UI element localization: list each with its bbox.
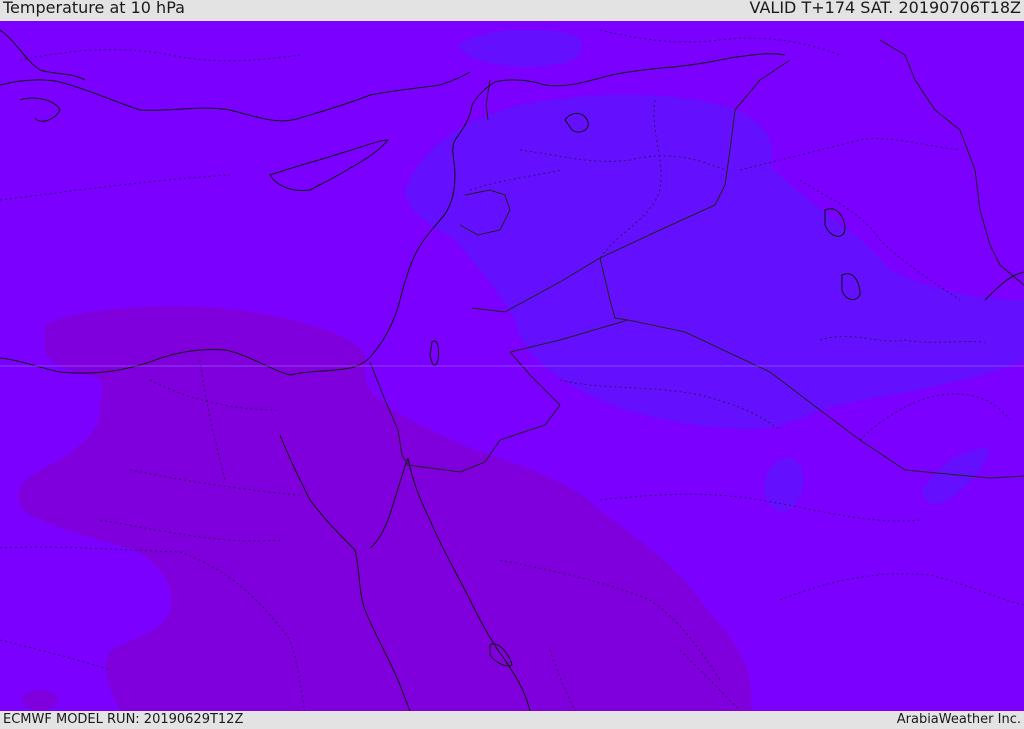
- model-run-label: ECMWF MODEL RUN: 20190629T12Z: [3, 712, 244, 727]
- map-canvas: [0, 21, 1024, 711]
- weather-map: [0, 21, 1024, 711]
- warm-temperature-field: [22, 690, 58, 710]
- valid-time: VALID T+174 SAT. 20190706T18Z: [749, 0, 1021, 17]
- footer-bar: ECMWF MODEL RUN: 20190629T12Z ArabiaWeat…: [0, 711, 1024, 729]
- credit-label: ArabiaWeather Inc.: [896, 712, 1021, 727]
- map-title: Temperature at 10 hPa: [3, 0, 185, 17]
- header-bar: Temperature at 10 hPa VALID T+174 SAT. 2…: [0, 0, 1024, 21]
